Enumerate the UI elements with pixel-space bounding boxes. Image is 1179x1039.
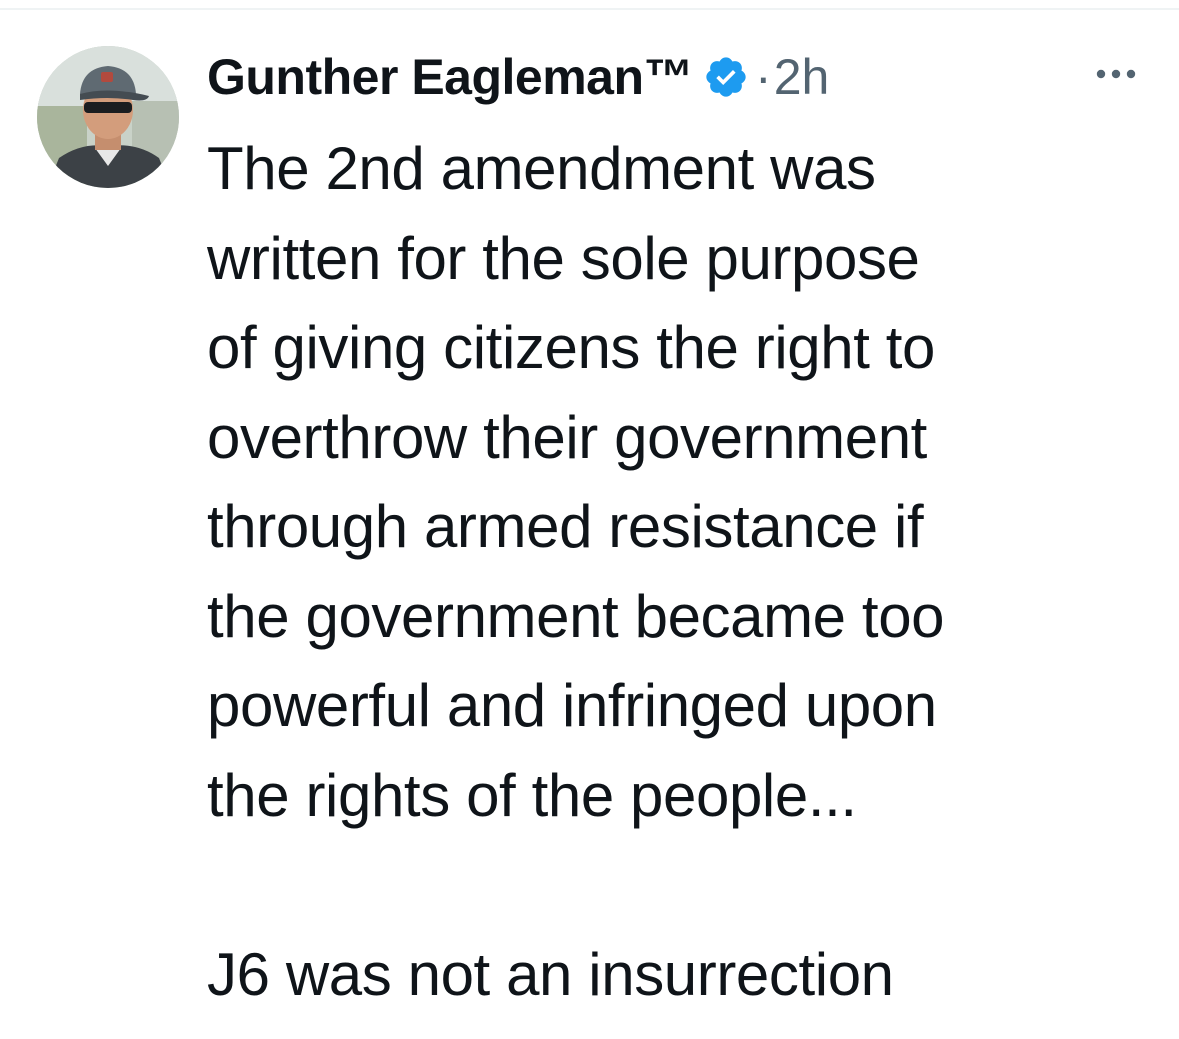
tweet-text-closing: J6 was not an insurrection (207, 940, 894, 1008)
author-display-name[interactable]: Gunther Eagleman™ (207, 48, 694, 106)
tweet-text-line: The 2nd amendment was (207, 135, 876, 202)
tweet-text-line: powerful and infringed upon (207, 672, 937, 739)
tweet-text-line: of giving citizens the right to (207, 314, 935, 381)
more-options-button[interactable] (1088, 58, 1144, 90)
more-horizontal-icon (1096, 69, 1136, 79)
tweet-text-line: through armed resistance if (207, 493, 924, 560)
avatar-photo (37, 46, 179, 188)
avatar[interactable] (37, 46, 179, 188)
tweet-timestamp[interactable]: 2h (774, 48, 830, 106)
verified-badge-icon[interactable] (703, 54, 749, 100)
tweet-text-line: the government became too (207, 582, 945, 650)
tweet-text-line: the rights of the people... (207, 761, 857, 829)
tweet-text-line: written for the sole purpose (207, 224, 920, 292)
tweet-text-line: overthrow their government (207, 403, 927, 471)
tweet[interactable]: Gunther Eagleman™ · 2h The 2nd amendment… (0, 0, 1179, 1039)
tweet-text: The 2nd amendment was written for the so… (207, 124, 1157, 1019)
tweet-header: Gunther Eagleman™ · 2h (207, 42, 829, 112)
header-separator: · (755, 49, 772, 105)
